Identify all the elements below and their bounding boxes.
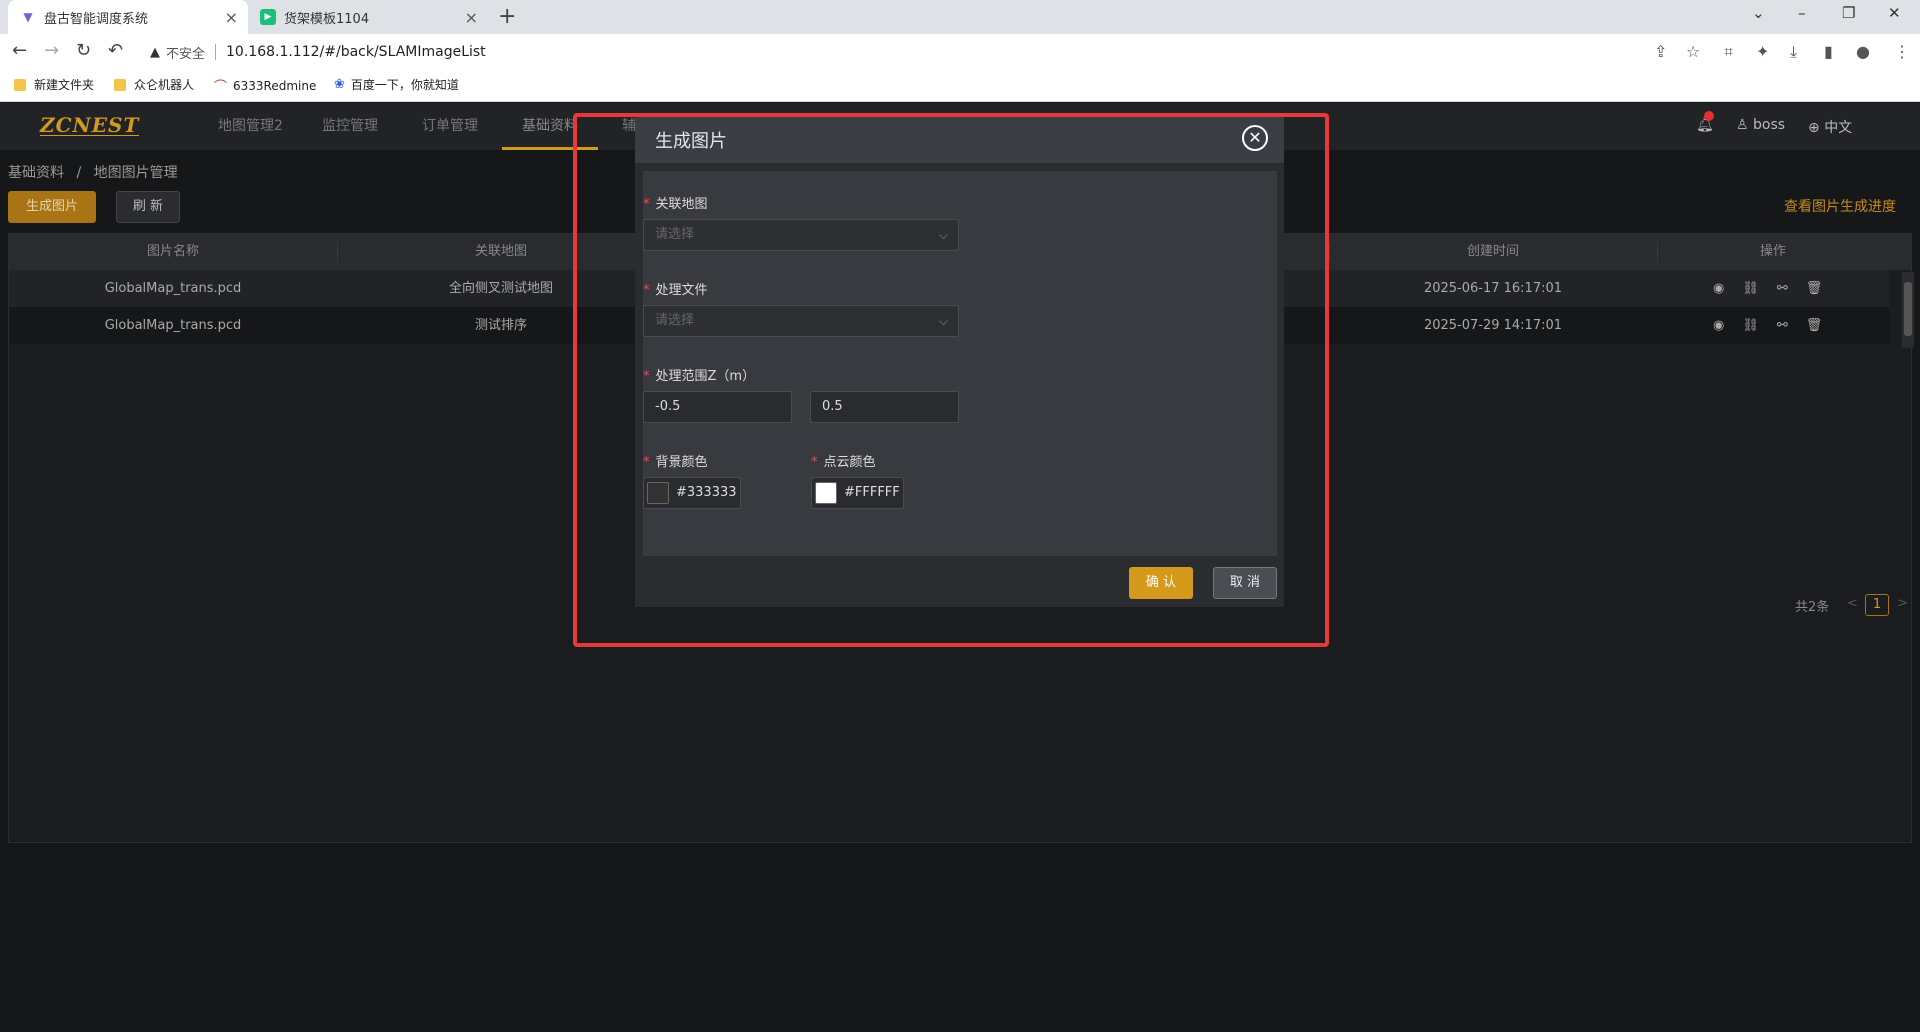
eye-icon[interactable]: ◉ [1713,281,1724,296]
pagination-page[interactable]: 1 [1865,594,1889,616]
baidu-paw-icon: ❀ [334,77,345,92]
table-scrollbar[interactable] [1902,272,1914,348]
tab-title: 货架模板1104 [284,11,370,27]
browser-tab-active[interactable]: ▼ 盘古智能调度系统 × [8,0,248,34]
sidepanel-icon[interactable]: ▮ [1824,42,1833,61]
pagination-next[interactable]: > [1897,596,1908,611]
bookmark-folder[interactable]: 新建文件夹 [14,76,94,93]
bookmark-label: 6333Redmine [233,78,317,93]
vuetify-icon: ▼ [23,10,33,24]
window-close-icon[interactable]: ✕ [1888,4,1901,22]
profile-icon[interactable]: ● [1856,42,1870,61]
refresh-button[interactable]: 刷 新 [116,191,180,223]
browser-tabstrip: ▼ 盘古智能调度系统 × ▶ 货架模板1104 × + ⌄ – ❐ ✕ [0,0,1920,34]
warning-icon[interactable]: ▲ [150,45,160,60]
folder-icon [14,78,26,91]
column-header: 图片名称 [146,244,199,259]
cell-created: 2025-07-29 14:17:01 [1423,318,1563,333]
user-name: boss [1753,117,1786,133]
cell-created: 2025-06-17 16:17:01 [1423,281,1563,296]
close-tab-icon[interactable]: × [225,8,238,27]
tab-search-icon[interactable]: ⌄ [1752,4,1765,22]
nav-monitoring[interactable]: 监控管理 [302,103,398,150]
language-menu[interactable]: ⊕ 中文 [1808,117,1852,137]
breadcrumb: 基础资料 / 地图图片管理 [8,162,178,182]
crop-icon[interactable]: ⌗ [1724,42,1733,62]
play-icon: ▶ [260,9,276,25]
breadcrumb-separator: / [76,165,82,181]
forward-icon[interactable]: → [44,41,59,61]
download-icon[interactable]: ⤓ [1790,42,1797,62]
row-actions: ◉ ⛓ ⚯ 🗑︎ [1713,307,1822,344]
new-tab-button[interactable]: + [498,4,516,29]
user-icon: ♙ [1736,117,1749,133]
bookmark-label: 众仑机器人 [134,78,195,92]
browser-tab[interactable]: ▶ 货架模板1104 × [248,0,488,34]
url-text[interactable]: 10.168.1.112/#/back/SLAMImageList [226,44,486,60]
bookmark-link[interactable]: ⌒ 6333Redmine [214,76,317,96]
unlink-icon[interactable]: ⚯ [1777,281,1788,296]
tab-title: 盘古智能调度系统 [44,11,149,27]
star-icon[interactable]: ☆ [1686,42,1700,61]
page-number[interactable]: 1 [1865,594,1889,616]
bookmark-label: 新建文件夹 [34,78,95,92]
link-icon[interactable]: ⛓ [1742,281,1759,296]
bookmark-folder[interactable]: 众仑机器人 [114,76,194,93]
column-header: 创建时间 [1466,244,1519,259]
menu-icon[interactable]: ⋮ [1894,42,1910,61]
browser-toolbar: ← → ↻ ↶ ▲ 不安全 10.168.1.112/#/back/SLAMIm… [0,34,1920,68]
reload-icon[interactable]: ↻ [76,41,91,61]
column-header: 操作 [1759,244,1786,259]
scrollbar-thumb[interactable] [1904,282,1912,336]
eye-icon[interactable]: ◉ [1713,318,1724,333]
language-label: 中文 [1824,120,1853,136]
bookmark-label: 百度一下，你就知道 [350,78,459,92]
user-menu[interactable]: ♙ boss [1736,117,1785,133]
share-icon[interactable]: ⇪ [1654,42,1667,61]
restore-icon[interactable]: ❐ [1842,4,1855,22]
notification-badge [1704,111,1714,121]
security-status: 不安全 [166,46,206,62]
pagination-prev[interactable]: < [1847,596,1858,611]
view-progress-link[interactable]: 查看图片生成进度 [1784,196,1896,216]
redmine-icon: ⌒ [214,80,228,95]
back-icon[interactable]: ← [12,41,27,61]
breadcrumb-item[interactable]: 基础资料 [8,165,64,181]
trash-icon[interactable]: 🗑︎ [1806,281,1823,296]
minimize-icon[interactable]: – [1798,4,1806,22]
trash-icon[interactable]: 🗑︎ [1806,318,1823,333]
link-icon[interactable]: ⛓ [1742,318,1759,333]
annotation-highlight-box [573,113,1329,647]
address-divider [215,44,217,60]
bookmark-link[interactable]: ❀ 百度一下，你就知道 [334,76,459,93]
bookmarks-bar: 新建文件夹 众仑机器人 ⌒ 6333Redmine ❀ 百度一下，你就知道 [0,68,1920,102]
nav-orders[interactable]: 订单管理 [402,103,498,150]
unlink-icon[interactable]: ⚯ [1777,318,1788,333]
app-logo[interactable]: ZCNEST [40,115,140,136]
extensions-icon[interactable]: ✦ [1756,42,1769,61]
pagination-total: 共2条 [1795,600,1830,615]
close-tab-icon[interactable]: × [465,8,478,27]
row-actions: ◉ ⛓ ⚯ 🗑︎ [1713,270,1822,307]
undo-icon[interactable]: ↶ [108,41,123,61]
generate-image-button[interactable]: 生成图片 [8,191,96,223]
folder-icon [114,78,126,91]
cell-image-name: GlobalMap_trans.pcd [104,318,242,333]
cell-image-name: GlobalMap_trans.pcd [104,281,242,296]
nav-map-management[interactable]: 地图管理2 [198,103,303,150]
globe-icon: ⊕ [1808,120,1820,136]
address-bar[interactable]: ▲ 不安全 10.168.1.112/#/back/SLAMImageList [140,38,1700,66]
breadcrumb-item: 地图图片管理 [93,165,178,181]
